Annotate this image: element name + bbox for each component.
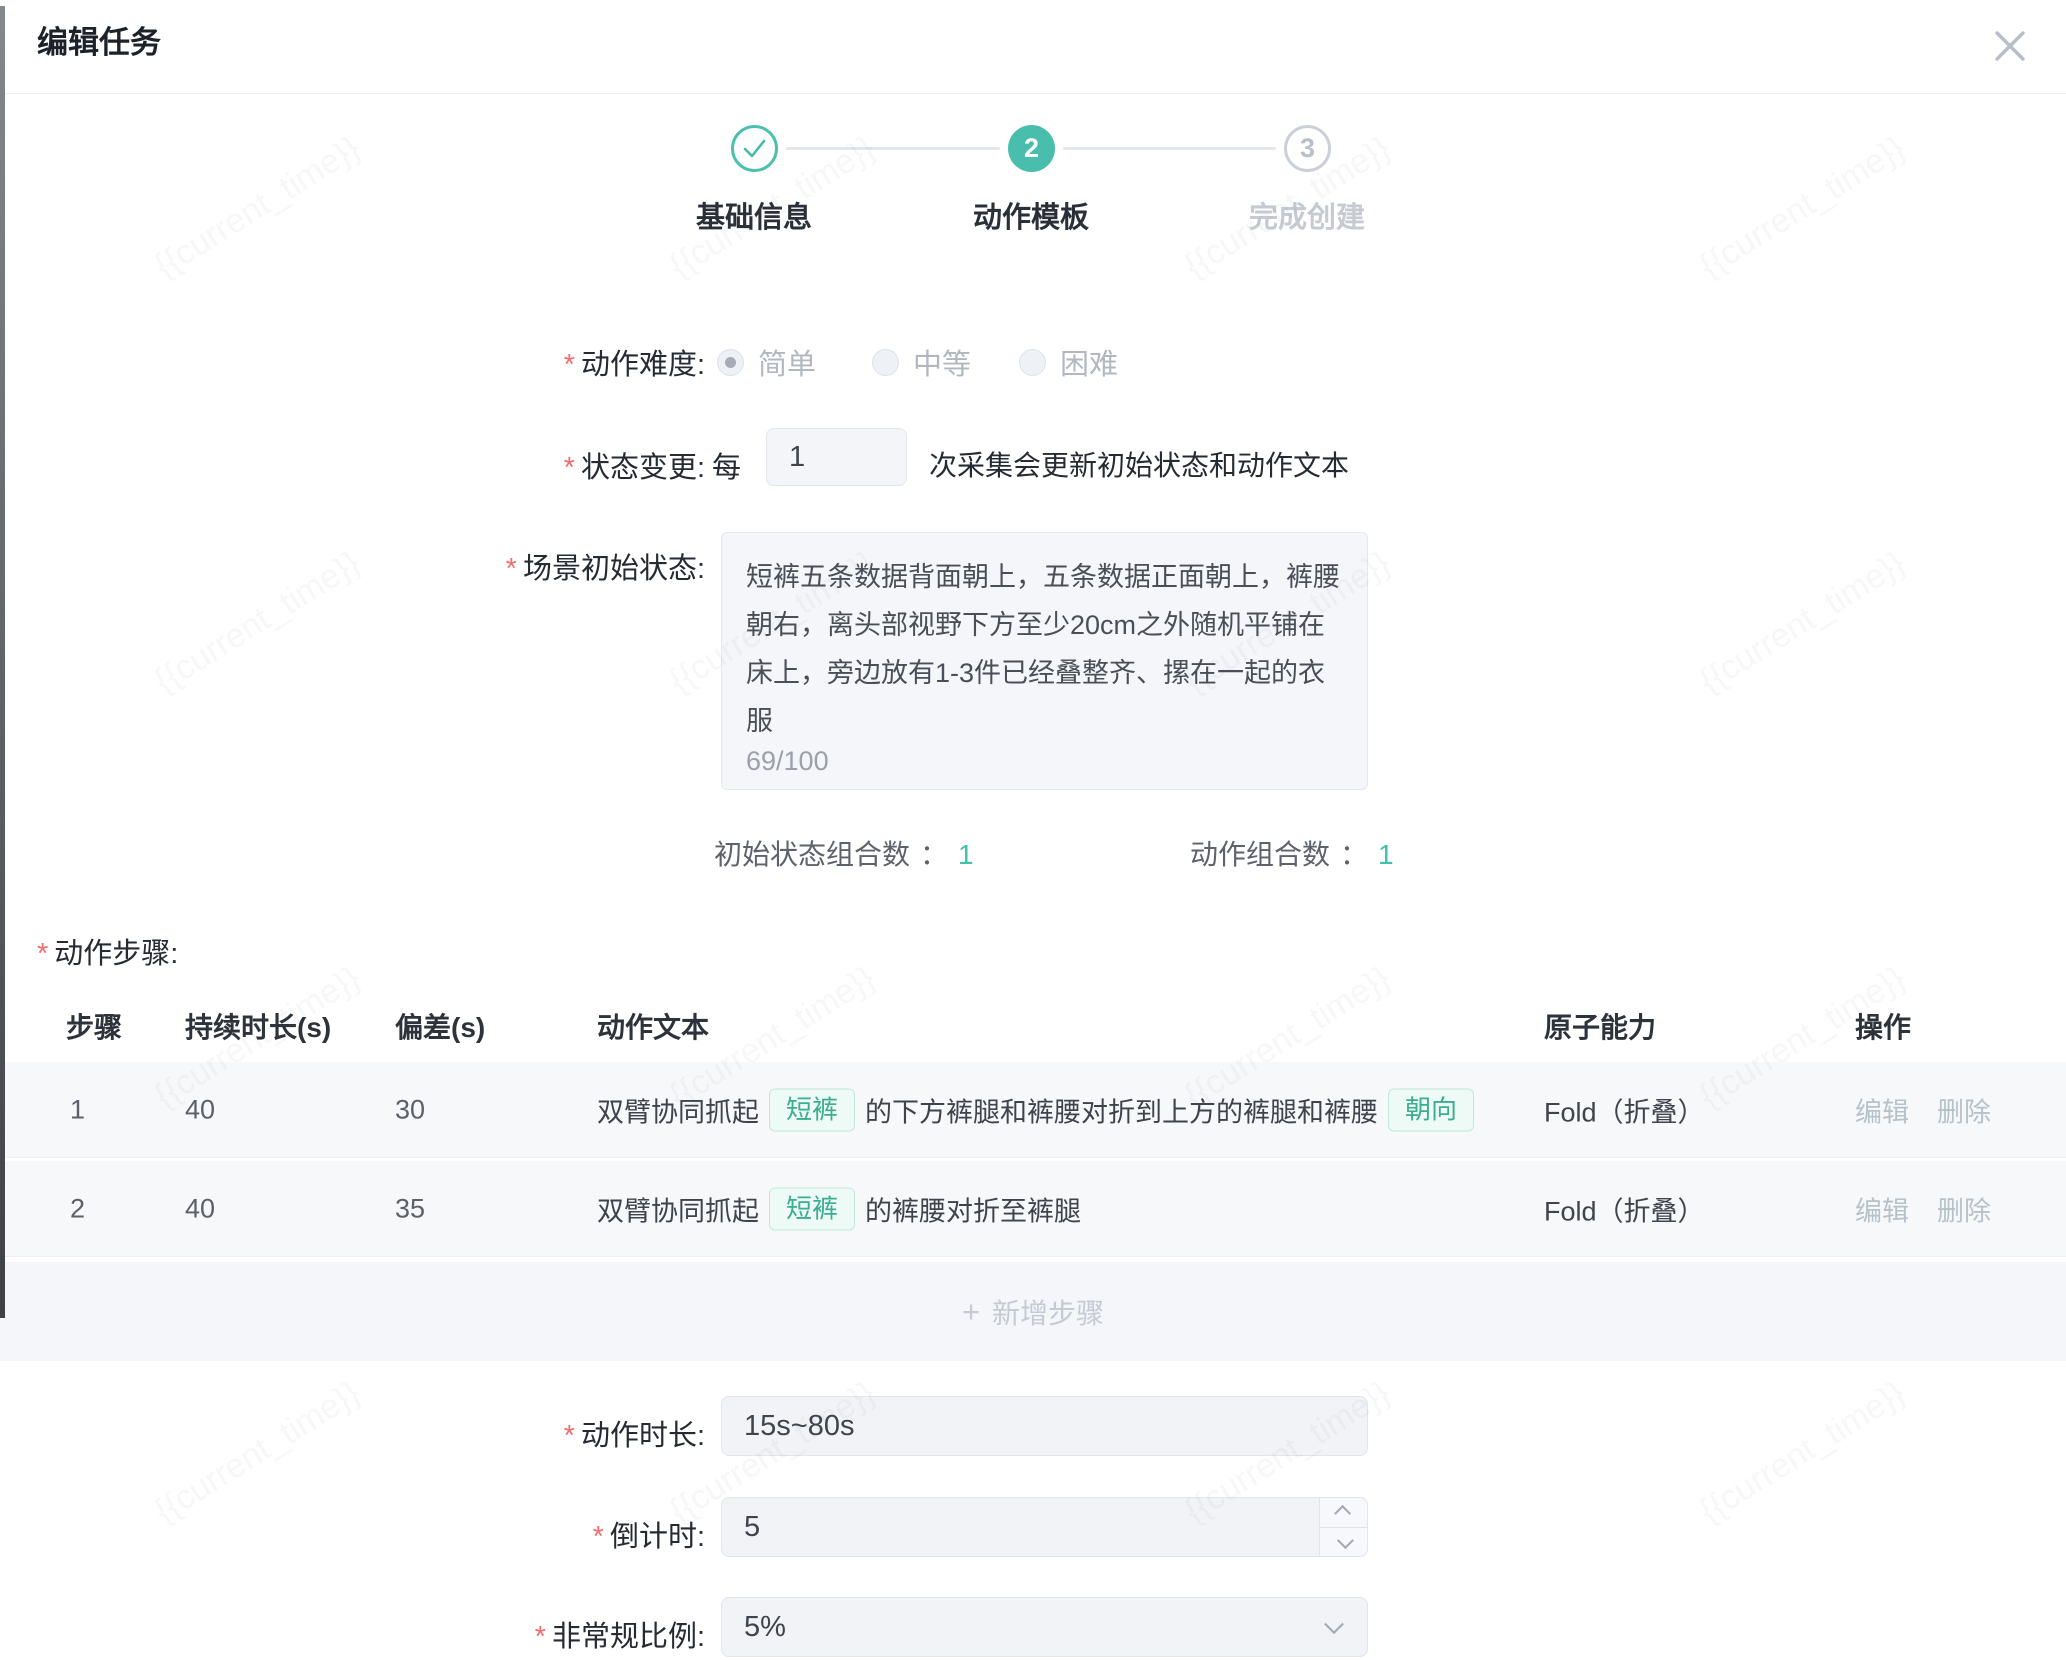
required-asterisk: * xyxy=(535,1621,546,1653)
cell-step: 2 xyxy=(70,1193,85,1224)
duration-input[interactable]: 15s~80s xyxy=(721,1396,1368,1456)
step-number: 3 xyxy=(1300,133,1315,164)
check-icon xyxy=(734,128,775,169)
step-circle-action-template: 2 xyxy=(1008,125,1055,172)
edit-task-dialog: 编辑任务 2 3 基础信息 动作模板 完成创建 *动作难度: 简单 中等 困难 xyxy=(0,0,2066,1660)
step-connector-line xyxy=(1063,147,1276,150)
cell-operations: 编辑 删除 xyxy=(1855,1189,1991,1228)
step-connector-line xyxy=(786,147,1000,150)
dialog-header: 编辑任务 xyxy=(0,0,2066,94)
action-combo-value: 1 xyxy=(1378,839,1394,870)
radio-option-hard[interactable]: 困难 xyxy=(1019,341,1118,383)
col-header-action-text: 动作文本 xyxy=(597,1006,709,1046)
action-combo-count: 动作组合数：1 xyxy=(1190,833,1394,873)
unusual-ratio-label: *非常规比例: xyxy=(0,1613,705,1655)
col-header-ability: 原子能力 xyxy=(1544,1006,1656,1046)
cell-operations: 编辑 删除 xyxy=(1855,1090,1991,1129)
step-label-basic-info: 基础信息 xyxy=(634,194,874,236)
step-label-finish: 完成创建 xyxy=(1187,194,1427,236)
state-change-input[interactable]: 1 xyxy=(766,428,907,486)
cell-action-text: 双臂协同抓起短裤的裤腰对折至裤腿 xyxy=(597,1187,1526,1230)
radio-label: 困难 xyxy=(1060,341,1118,383)
background-page-edge xyxy=(0,6,5,1318)
object-tag: 短裤 xyxy=(769,1088,855,1131)
chevron-up-icon xyxy=(1334,1505,1351,1522)
cell-duration: 40 xyxy=(185,1094,215,1125)
close-button[interactable] xyxy=(1984,20,2036,72)
countdown-value: 5 xyxy=(744,1511,760,1544)
radio-icon xyxy=(1019,349,1046,376)
delete-link[interactable]: 删除 xyxy=(1937,1090,1991,1129)
step-label-action-template: 动作模板 xyxy=(911,194,1151,236)
increase-button[interactable] xyxy=(1320,1498,1367,1527)
required-asterisk: * xyxy=(506,553,517,585)
add-step-label: 新增步骤 xyxy=(992,1292,1104,1332)
decrease-button[interactable] xyxy=(1320,1527,1367,1557)
state-change-label: *状态变更: xyxy=(0,444,705,486)
object-tag: 短裤 xyxy=(769,1187,855,1230)
radio-option-medium[interactable]: 中等 xyxy=(872,341,971,383)
chevron-down-icon xyxy=(1336,1532,1353,1549)
radio-icon xyxy=(872,349,899,376)
col-header-step: 步骤 xyxy=(66,1006,122,1046)
cell-deviation: 35 xyxy=(395,1193,425,1224)
cell-deviation: 30 xyxy=(395,1094,425,1125)
cell-ability: Fold（折叠） xyxy=(1544,1189,1705,1228)
radio-label: 简单 xyxy=(758,341,816,383)
state-change-prefix: 每 xyxy=(712,444,741,486)
col-header-deviation: 偏差(s) xyxy=(395,1006,485,1046)
countdown-label: *倒计时: xyxy=(0,1513,705,1555)
radio-selected-icon xyxy=(717,349,744,376)
cell-action-text: 双臂协同抓起短裤的下方裤腿和裤腰对折到上方的裤腿和裤腰朝向 xyxy=(597,1088,1526,1131)
edit-link[interactable]: 编辑 xyxy=(1855,1189,1909,1228)
step-number: 2 xyxy=(1024,133,1039,164)
unusual-ratio-select[interactable]: 5% xyxy=(721,1597,1368,1657)
initial-combo-value: 1 xyxy=(958,839,974,870)
edit-link[interactable]: 编辑 xyxy=(1855,1090,1909,1129)
duration-value: 15s~80s xyxy=(744,1410,854,1443)
delete-link[interactable]: 删除 xyxy=(1937,1189,1991,1228)
action-steps-label: *动作步骤: xyxy=(37,930,178,972)
required-asterisk: * xyxy=(564,349,575,381)
difficulty-label: *动作难度: xyxy=(0,341,705,383)
number-spinner xyxy=(1319,1498,1367,1556)
radio-option-easy[interactable]: 简单 xyxy=(717,341,816,383)
dialog-title: 编辑任务 xyxy=(37,17,161,62)
plus-icon: + xyxy=(962,1296,980,1327)
cell-duration: 40 xyxy=(185,1193,215,1224)
close-icon xyxy=(1984,20,2036,72)
step-circle-basic-info xyxy=(731,125,778,172)
table-row: 1 40 30 双臂协同抓起短裤的下方裤腿和裤腰对折到上方的裤腿和裤腰朝向 Fo… xyxy=(0,1062,2066,1158)
required-asterisk: * xyxy=(593,1521,604,1553)
required-asterisk: * xyxy=(37,938,48,970)
add-step-button[interactable]: + 新增步骤 xyxy=(0,1262,2066,1361)
initial-state-value: 短裤五条数据背面朝上，五条数据正面朝上，裤腰朝右，离头部视野下方至少20cm之外… xyxy=(746,553,1343,745)
step-circle-finish: 3 xyxy=(1284,125,1331,172)
initial-state-textarea[interactable]: 短裤五条数据背面朝上，五条数据正面朝上，裤腰朝右，离头部视野下方至少20cm之外… xyxy=(721,532,1368,790)
orientation-tag: 朝向 xyxy=(1388,1088,1474,1131)
required-asterisk: * xyxy=(564,452,575,484)
radio-label: 中等 xyxy=(913,341,971,383)
state-change-suffix: 次采集会更新初始状态和动作文本 xyxy=(929,444,1349,484)
character-counter: 69/100 xyxy=(746,746,829,777)
unusual-ratio-value: 5% xyxy=(744,1611,786,1644)
chevron-down-icon xyxy=(1324,1614,1344,1634)
duration-label: *动作时长: xyxy=(0,1412,705,1454)
state-change-value: 1 xyxy=(789,441,805,474)
col-header-operations: 操作 xyxy=(1855,1006,1911,1046)
initial-state-label: *场景初始状态: xyxy=(0,545,705,587)
cell-step: 1 xyxy=(70,1094,85,1125)
countdown-input[interactable]: 5 xyxy=(721,1497,1368,1557)
table-row: 2 40 35 双臂协同抓起短裤的裤腰对折至裤腿 Fold（折叠） 编辑 删除 xyxy=(0,1161,2066,1257)
cell-ability: Fold（折叠） xyxy=(1544,1090,1705,1129)
initial-state-combo-count: 初始状态组合数：1 xyxy=(714,833,974,873)
required-asterisk: * xyxy=(564,1420,575,1452)
col-header-duration: 持续时长(s) xyxy=(185,1006,331,1046)
